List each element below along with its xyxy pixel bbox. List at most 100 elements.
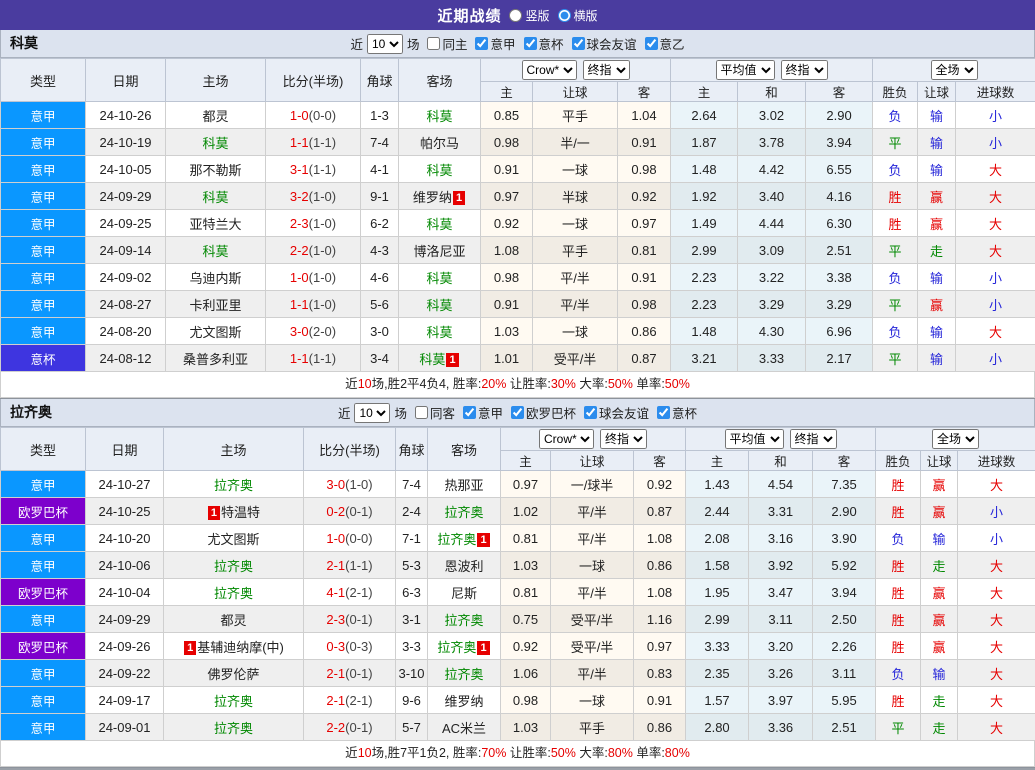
away-team-cell: 恩波利 [428, 552, 501, 579]
team-label: 都灵 [202, 109, 228, 124]
column-subheader: 和 [749, 451, 813, 471]
vertical-layout-radio[interactable] [509, 9, 522, 22]
league-filter-checkbox[interactable]: 球会友谊 [568, 34, 637, 53]
date-cell: 24-09-25 [86, 210, 166, 237]
table-row: 意甲24-09-01拉齐奥2-2(0-1)5-7AC米兰1.03平手0.862.… [1, 714, 1035, 741]
handicap-stage-select[interactable]: 终指 [583, 60, 630, 80]
away-team-cell: 科莫 [399, 102, 481, 129]
team-label: 拉齐奥 [214, 694, 253, 709]
euro-odds-cell: 4.54 [749, 471, 813, 498]
column-header: 比分(半场) [266, 59, 361, 102]
result-cell: 输 [918, 318, 956, 345]
results-table: 类型日期主场比分(半场)角球客场Crow*终指平均值终指全场主让球客主和客胜负让… [0, 427, 1035, 741]
horizontal-layout-radio[interactable] [558, 9, 571, 22]
result-cell: 大 [956, 237, 1035, 264]
euro-odds-cell: 2.26 [813, 633, 876, 660]
bookmaker-select[interactable]: Crow* [539, 429, 594, 449]
recent-results-page: 近期战绩 竖版 横版 科莫近10场同主意甲意杯球会友谊意乙类型日期主场比分(半场… [0, 0, 1035, 770]
team-label: 特温特 [221, 505, 260, 520]
corner-cell: 4-1 [361, 156, 399, 183]
halftime-score: (0-0) [309, 108, 336, 123]
euro-stage-select[interactable]: 终指 [790, 429, 837, 449]
fulltime-score: 1-0 [290, 108, 309, 123]
team-label: 桑普多利亚 [183, 352, 248, 367]
league-filter-checkbox[interactable]: 球会友谊 [580, 403, 649, 422]
league-filter-checkbox[interactable]: 意甲 [459, 403, 503, 422]
same-venue-checkbox[interactable]: 同客 [411, 403, 455, 422]
result-cell: 大 [958, 579, 1035, 606]
column-header: 客场 [428, 428, 501, 471]
result-cell: 小 [956, 291, 1035, 318]
matches-unit-label: 场 [407, 34, 420, 53]
recent-count-select[interactable]: 10 [367, 34, 403, 54]
handicap-odds-cell: 平/半 [551, 525, 634, 552]
handicap-odds-cell: 0.92 [634, 471, 686, 498]
recent-label: 近 [338, 403, 351, 422]
column-subheader: 让球 [551, 451, 634, 471]
league-filter-checkbox[interactable]: 欧罗巴杯 [507, 403, 576, 422]
handicap-odds-cell: 受平/半 [533, 345, 618, 372]
bookmaker-select[interactable]: Crow* [522, 60, 577, 80]
result-cell: 大 [958, 687, 1035, 714]
table-row: 欧罗巴杯24-10-04拉齐奥4-1(2-1)6-3尼斯0.81平/半1.081… [1, 579, 1035, 606]
home-team-cell: 那不勒斯 [166, 156, 266, 183]
league-filter-checkbox[interactable]: 意乙 [641, 34, 685, 53]
match-scope-select[interactable]: 全场 [931, 60, 978, 80]
column-header: 主场 [164, 428, 304, 471]
summary-row: 近10场,胜2平4负4, 胜率:20% 让胜率:30% 大率:50% 单率:50… [0, 372, 1035, 398]
result-cell: 胜 [876, 498, 921, 525]
result-cell: 赢 [918, 291, 956, 318]
column-header: 比分(半场) [304, 428, 396, 471]
score-cell: 1-0(1-0) [266, 264, 361, 291]
column-subheader: 主 [481, 82, 533, 102]
euro-odds-cell: 3.16 [749, 525, 813, 552]
away-team-cell: 科莫1 [399, 345, 481, 372]
table-row: 意甲24-08-20尤文图斯3-0(2-0)3-0科莫1.03一球0.861.4… [1, 318, 1035, 345]
euro-stage-select[interactable]: 终指 [781, 60, 828, 80]
score-cell: 3-0(1-0) [304, 471, 396, 498]
layout-option-horizontal[interactable]: 横版 [558, 7, 598, 24]
table-row: 意甲24-09-25亚特兰大2-3(1-0)6-2科莫0.92一球0.971.4… [1, 210, 1035, 237]
handicap-stage-select[interactable]: 终指 [600, 429, 647, 449]
date-cell: 24-08-27 [86, 291, 166, 318]
vertical-layout-label: 竖版 [525, 7, 549, 24]
euro-odds-cell: 2.35 [686, 660, 749, 687]
team-label: 拉齐奥 [437, 640, 476, 655]
league-filter-checkbox[interactable]: 意甲 [471, 34, 515, 53]
recent-count-select[interactable]: 10 [354, 403, 390, 423]
column-subheader: 客 [813, 451, 876, 471]
match-scope-select[interactable]: 全场 [932, 429, 979, 449]
result-cell: 大 [956, 183, 1035, 210]
league-cell: 意甲 [1, 471, 86, 498]
team-label: AC米兰 [442, 721, 486, 736]
table-row: 意甲24-10-05那不勒斯3-1(1-1)4-1科莫0.91一球0.981.4… [1, 156, 1035, 183]
column-subheader: 让球 [921, 451, 958, 471]
score-cell: 2-2(0-1) [304, 714, 396, 741]
league-cell: 意甲 [1, 606, 86, 633]
home-team-cell: 拉齐奥 [164, 579, 304, 606]
fulltime-score: 0-3 [326, 639, 345, 654]
layout-option-vertical[interactable]: 竖版 [509, 7, 549, 24]
euro-odds-cell: 3.11 [813, 660, 876, 687]
euro-odds-cell: 1.57 [686, 687, 749, 714]
league-cell: 欧罗巴杯 [1, 579, 86, 606]
home-team-cell: 都灵 [166, 102, 266, 129]
result-cell: 胜 [876, 579, 921, 606]
league-cell: 意甲 [1, 687, 86, 714]
euro-odds-type-select[interactable]: 平均值 [725, 429, 784, 449]
corner-cell: 3-3 [396, 633, 428, 660]
league-filter-checkbox[interactable]: 意杯 [520, 34, 564, 53]
table-row: 欧罗巴杯24-10-251特温特0-2(0-1)2-4拉齐奥1.02平/半0.8… [1, 498, 1035, 525]
result-cell: 输 [918, 345, 956, 372]
same-venue-checkbox[interactable]: 同主 [423, 34, 467, 53]
halftime-score: (2-1) [345, 693, 372, 708]
euro-odds-type-select[interactable]: 平均值 [716, 60, 775, 80]
euro-odds-cell: 3.78 [738, 129, 806, 156]
league-filter-checkbox[interactable]: 意杯 [653, 403, 697, 422]
team-label: 科莫 [426, 109, 452, 124]
result-cell: 平 [873, 129, 918, 156]
league-cell: 意甲 [1, 264, 86, 291]
home-team-cell: 都灵 [164, 606, 304, 633]
league-cell: 欧罗巴杯 [1, 498, 86, 525]
team-label: 拉齐奥 [444, 667, 483, 682]
